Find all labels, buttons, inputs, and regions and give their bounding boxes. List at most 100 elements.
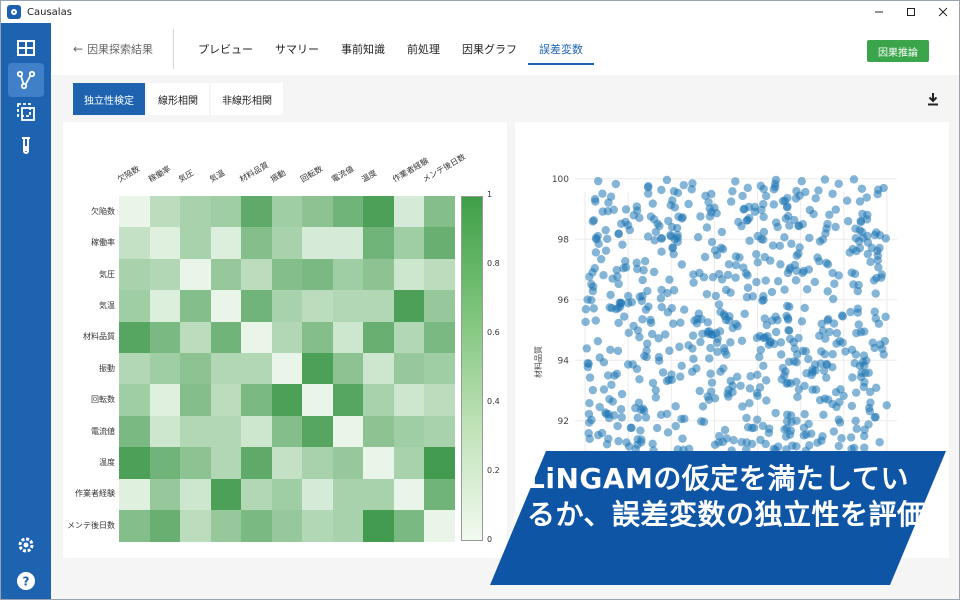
heatmap-cell — [363, 353, 394, 385]
scatter-point — [752, 415, 762, 424]
scatter-point — [846, 307, 855, 317]
heatmap-cell — [363, 447, 394, 480]
scatter-point — [834, 415, 843, 424]
scatter-point — [610, 371, 619, 380]
heatmap-cell — [363, 478, 394, 511]
minimize-button[interactable] — [863, 1, 895, 23]
heatmap-cell — [119, 321, 150, 354]
scatter-point — [795, 243, 804, 252]
scatter-point — [805, 233, 814, 243]
scatter-point — [703, 392, 712, 401]
scatter-point — [705, 204, 714, 213]
heatmap-cell — [363, 290, 394, 323]
heatmap-cell — [271, 290, 303, 323]
scatter-point — [613, 346, 623, 356]
scatter-point — [633, 413, 642, 422]
scatter-point — [864, 368, 873, 377]
gear-icon — [18, 537, 34, 553]
scatter-point — [755, 352, 764, 362]
heatmap-cell — [180, 196, 211, 228]
close-button[interactable] — [927, 1, 959, 23]
scatter-point — [790, 344, 799, 353]
heatmap-cell — [302, 478, 333, 511]
scatter-point — [698, 402, 708, 411]
tab-preprocessing[interactable]: 前処理 — [396, 23, 451, 75]
scatter-point — [780, 285, 789, 294]
nav-causal-discovery-button[interactable] — [8, 63, 44, 97]
scatter-point — [741, 269, 751, 278]
subtab-nonlinear-correlation[interactable]: 非線形相関 — [211, 83, 283, 115]
scatter-point — [657, 185, 666, 195]
svg-text:?: ? — [23, 575, 30, 589]
causal-inference-button[interactable]: 因果推論 — [867, 40, 929, 62]
scatter-point — [732, 372, 742, 381]
scatter-point — [776, 260, 785, 269]
scatter-point — [759, 333, 768, 343]
scatter-point — [621, 257, 630, 266]
scatter-point — [857, 368, 866, 377]
heatmap-cell — [180, 415, 211, 448]
scatter-point — [632, 202, 642, 211]
download-button[interactable] — [925, 91, 941, 107]
scatter-point — [587, 280, 596, 289]
scatter-point — [662, 175, 672, 185]
help-button[interactable]: ? — [14, 569, 38, 593]
heatmap-cell — [302, 447, 333, 480]
heatmap-cell — [363, 196, 394, 228]
app-window: Causalas ? ← 因果探索結果 プレビュー サマリー 事前知識 前処理 … — [0, 0, 960, 600]
heatmap-cell — [302, 290, 333, 323]
scatter-point — [715, 327, 725, 336]
maximize-button[interactable] — [895, 1, 927, 23]
heatmap-cell — [271, 353, 303, 385]
scatter-point — [845, 248, 854, 257]
heatmap-cell — [393, 478, 425, 511]
scatter-point — [783, 315, 793, 324]
nav-experiment-button[interactable] — [8, 129, 44, 163]
heatmap-cell — [149, 227, 181, 260]
settings-button[interactable] — [14, 533, 38, 557]
scatter-point — [744, 202, 754, 212]
nav-dashboard-button[interactable] — [8, 31, 44, 65]
scatter-point — [665, 275, 674, 284]
heatmap-cell — [393, 196, 425, 228]
scatter-point — [851, 416, 860, 426]
scatter-point — [817, 436, 826, 445]
heatmap-cell — [210, 415, 242, 448]
subtab-linear-correlation[interactable]: 線形相関 — [147, 83, 209, 115]
scatter-point — [680, 414, 689, 423]
scatter-point — [618, 240, 627, 249]
scatter-point — [815, 395, 825, 405]
heatmap-cell — [332, 321, 364, 354]
title-bar: Causalas — [1, 1, 959, 23]
copy-frame-icon — [17, 103, 35, 121]
heatmap-cell — [393, 353, 425, 385]
heatmap-cell — [241, 384, 272, 417]
scatter-point — [810, 277, 819, 287]
tab-prior-knowledge[interactable]: 事前知識 — [330, 23, 396, 75]
scatter-point — [819, 410, 828, 420]
tab-summary[interactable]: サマリー — [264, 23, 330, 75]
heatmap-cell — [332, 415, 364, 448]
scatter-point — [790, 215, 799, 225]
scatter-point — [591, 316, 600, 325]
heatmap-cell — [302, 227, 333, 260]
scatter-point — [857, 184, 867, 193]
scatter-point — [780, 196, 790, 206]
tab-causal-graph[interactable]: 因果グラフ — [451, 23, 528, 75]
heatmap-cell — [332, 510, 364, 542]
subtab-independence-test[interactable]: 独立性検定 — [73, 83, 145, 115]
tab-preview[interactable]: プレビュー — [187, 23, 264, 75]
tab-error-variables[interactable]: 誤差変数 — [528, 23, 594, 75]
scatter-point — [590, 194, 600, 204]
heatmap-cell — [424, 258, 455, 291]
heatmap-row-label: 欠陥数 — [91, 206, 115, 216]
heatmap-cell — [210, 321, 242, 354]
scatter-point — [714, 269, 724, 279]
scatter-point — [793, 392, 802, 402]
back-link[interactable]: ← 因果探索結果 — [73, 41, 153, 57]
subtab-bar: 独立性検定 線形相関 非線形相関 — [73, 83, 283, 115]
y-tick-label: 94 — [558, 356, 570, 366]
scatter-point — [616, 298, 626, 308]
scatter-point — [706, 369, 715, 378]
nav-inference-button[interactable] — [8, 95, 44, 129]
